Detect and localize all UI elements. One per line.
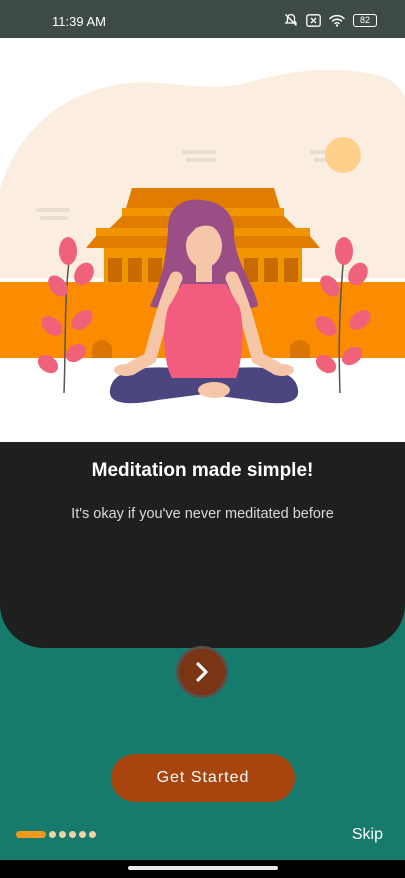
next-button[interactable] bbox=[176, 646, 228, 698]
cloud-streak bbox=[36, 208, 70, 212]
sim-x-icon bbox=[306, 13, 321, 27]
chevron-right-icon bbox=[196, 662, 208, 682]
page-dot-active bbox=[16, 831, 46, 838]
skip-button[interactable]: Skip bbox=[352, 826, 383, 844]
cloud-streak bbox=[40, 216, 68, 220]
page-dot bbox=[79, 831, 86, 838]
home-indicator[interactable] bbox=[128, 866, 278, 870]
status-time: 11:39 AM bbox=[52, 14, 106, 29]
page-dot bbox=[59, 831, 66, 838]
page-subtitle: It's okay if you've never meditated befo… bbox=[71, 506, 334, 522]
battery-icon: 82 bbox=[353, 13, 377, 27]
sun-shape bbox=[325, 137, 361, 173]
bell-muted-icon bbox=[284, 13, 298, 27]
status-icons: 82 bbox=[284, 13, 377, 27]
page-dot bbox=[69, 831, 76, 838]
woman-meditating-illustration bbox=[0, 69, 405, 404]
page-indicator bbox=[16, 831, 96, 838]
hero-illustration bbox=[0, 38, 405, 442]
page-dot bbox=[49, 831, 56, 838]
page-dot bbox=[89, 831, 96, 838]
page-title: Meditation made simple! bbox=[91, 460, 314, 481]
cloud-streak bbox=[186, 158, 216, 162]
get-started-button[interactable]: Get Started bbox=[111, 754, 295, 802]
wifi-icon bbox=[329, 14, 345, 27]
cloud-streak bbox=[182, 150, 216, 154]
status-bar: 11:39 AM 82 bbox=[0, 0, 405, 38]
